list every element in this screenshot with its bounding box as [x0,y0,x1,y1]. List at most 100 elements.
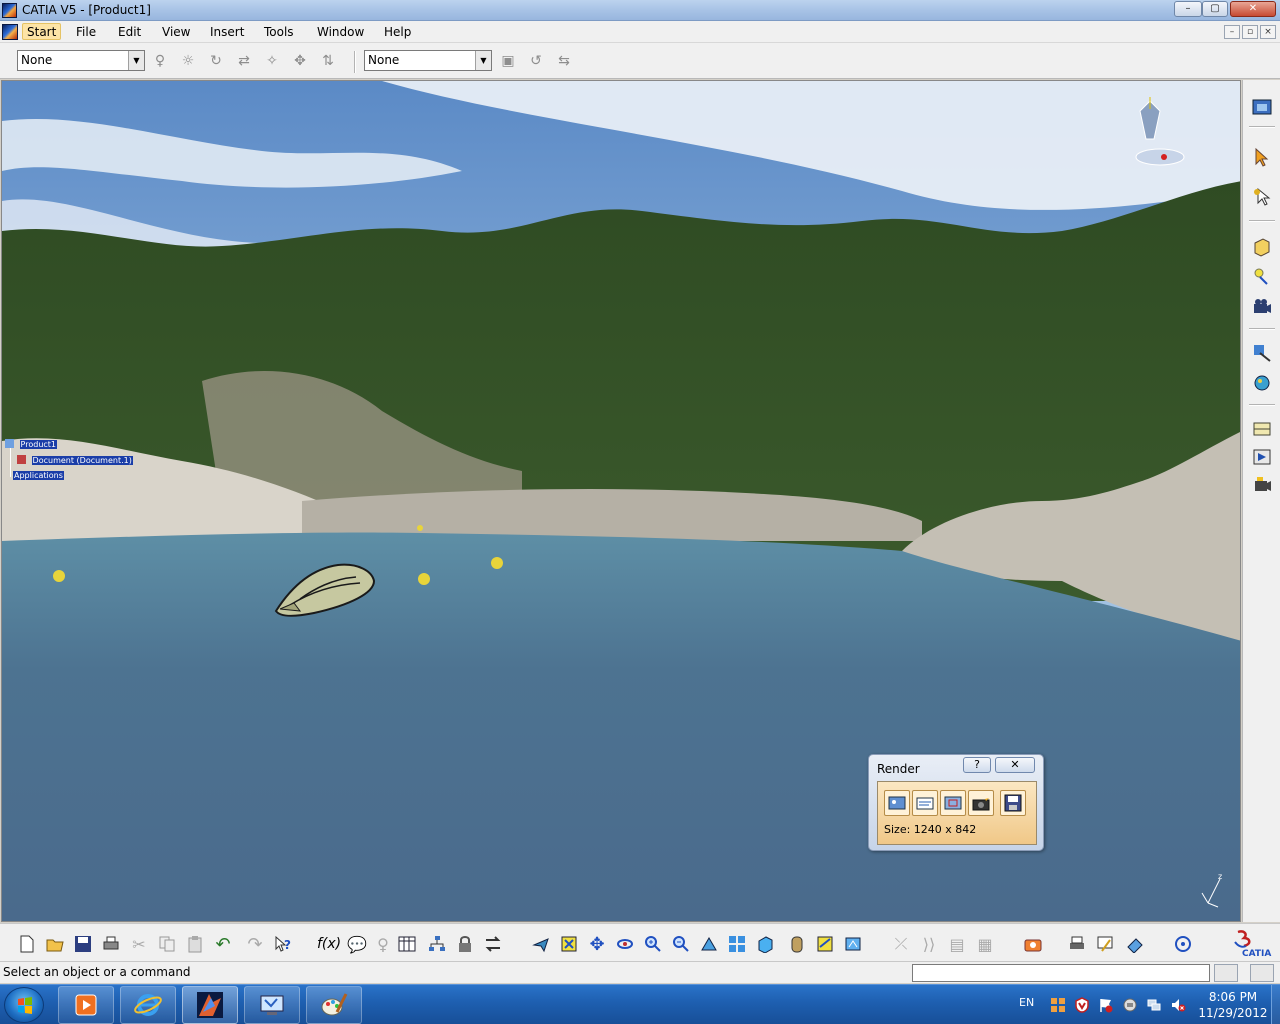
redo-icon[interactable]: ↷ [244,933,266,955]
snap-icon[interactable]: ✧ [262,51,282,71]
select-arrow-icon[interactable] [1251,146,1273,168]
save-icon[interactable] [72,933,94,955]
shooting-icon[interactable]: ☼ [178,51,198,71]
eraser-icon[interactable] [1124,933,1146,955]
document-minimize-button[interactable]: – [1224,25,1240,39]
print-icon[interactable] [100,933,122,955]
taskbar-paint[interactable] [306,986,362,1024]
action-center-flag-icon[interactable] [1098,997,1114,1013]
save-image-icon[interactable] [1000,790,1026,816]
hide-show-icon[interactable] [814,933,836,955]
environment-icon[interactable]: ▣ [498,51,518,71]
close-button[interactable]: ✕ [1230,1,1276,17]
measure-icon[interactable]: ⤫ [890,933,912,955]
manipulate-icon[interactable]: ✥ [290,51,310,71]
command-input[interactable] [912,964,1210,982]
lock-icon[interactable] [454,933,476,955]
pan-icon[interactable]: ✥ [586,933,608,955]
restore-button[interactable]: ▢ [1202,1,1228,17]
clock-date[interactable]: 11/29/2012 [1196,1006,1270,1020]
specification-tree[interactable]: Product1 Document (Document.1) Applicati… [5,439,135,489]
apply-material-icon[interactable] [1251,342,1273,364]
rotate-icon[interactable] [614,933,636,955]
knowledge-advisor-icon[interactable]: 💬 [346,933,368,955]
video-icon[interactable] [1251,474,1273,496]
fit-all-icon[interactable] [558,933,580,955]
walk-icon[interactable]: ⇆ [554,51,574,71]
show-desktop-button[interactable] [1271,985,1280,1024]
catia-app-icon[interactable] [2,3,17,18]
command-history-button[interactable] [1214,964,1238,982]
chevron-down-icon[interactable]: ▼ [128,51,144,70]
taskbar-internet-explorer[interactable] [120,986,176,1024]
select-mode-icon[interactable] [1251,186,1273,208]
view-mode-combo[interactable]: None ▼ [364,50,492,71]
tree-node-root[interactable]: Product1 [5,439,58,450]
rotate-object-icon[interactable]: ↻ [206,51,226,71]
boat-3d-model[interactable] [270,559,380,619]
open-folder-icon[interactable] [44,933,66,955]
help-button[interactable]: ? [963,757,991,773]
shading-icon[interactable] [786,933,808,955]
print-image-icon[interactable] [1066,933,1088,955]
tree-node-document[interactable]: Document (Document.1) [17,455,133,466]
multi-view-icon[interactable] [726,933,748,955]
tree-node-applications[interactable]: Applications [13,471,64,482]
menu-edit[interactable]: Edit [114,24,145,41]
document-restore-button[interactable]: ▫ [1242,25,1258,39]
render-close-button[interactable]: ✕ [995,757,1035,773]
usb-device-icon[interactable] [1122,997,1138,1013]
clock-time[interactable]: 8:06 PM [1196,990,1270,1004]
camera-icon[interactable] [1251,296,1273,318]
document-close-button[interactable]: × [1260,25,1276,39]
cut-icon[interactable]: ✂ [128,933,150,955]
compass-widget[interactable] [1120,89,1190,177]
scene-icon[interactable] [1251,418,1273,440]
translate-icon[interactable]: ⇄ [234,51,254,71]
light-icon[interactable]: ♀ [372,933,394,955]
swap-visible-space-icon[interactable] [842,933,864,955]
light-bulb-icon[interactable]: ♀ [150,51,170,71]
start-button[interactable] [4,987,44,1023]
normal-view-icon[interactable] [698,933,720,955]
render-toolbar-panel[interactable]: Render ? ✕ Size: 1240 x 842 [868,754,1044,851]
swap-icon[interactable] [482,933,504,955]
taskbar-media-player[interactable] [58,986,114,1024]
layer-filter-combo[interactable]: None ▼ [17,50,145,71]
menu-view[interactable]: View [158,24,194,41]
minimize-button[interactable]: – [1174,1,1202,17]
taskbar-remote-desktop[interactable] [244,986,300,1024]
material-library-icon[interactable] [1251,372,1273,394]
animation-icon[interactable] [1251,446,1273,468]
3d-viewport[interactable]: Product1 Document (Document.1) Applicati… [1,80,1241,922]
command-close-button[interactable] [1250,964,1274,982]
menu-file[interactable]: File [72,24,100,41]
whats-this-icon[interactable]: ? [272,933,294,955]
measure-item-icon[interactable]: ⟩⟩ [918,933,940,955]
window-titlebar[interactable]: CATIA V5 - [Product1] – ▢ ✕ [0,0,1280,21]
language-indicator[interactable]: EN [1019,996,1034,1009]
align-icon[interactable]: ⇅ [318,51,338,71]
menu-window[interactable]: Window [313,24,368,41]
capture-camera-icon[interactable] [1022,933,1044,955]
camera-capture-icon[interactable] [968,790,994,816]
zoom-out-icon[interactable] [670,933,692,955]
hierarchy-icon[interactable] [426,933,448,955]
turntable-icon[interactable]: ↺ [526,51,546,71]
formula-icon[interactable]: f(x) [317,933,341,955]
network-grid-icon[interactable] [1050,997,1066,1013]
environment-box-icon[interactable] [1251,236,1273,258]
fly-mode-icon[interactable] [530,933,552,955]
taskbar-catia[interactable] [182,986,238,1024]
chevron-down-icon[interactable]: ▼ [475,51,491,70]
menu-start[interactable]: Start [22,23,62,40]
table-icon[interactable] [396,933,418,955]
layout-icon[interactable]: ▦ [974,933,996,955]
sketch-tracer-icon[interactable] [1094,933,1116,955]
volume-muted-icon[interactable] [1170,997,1186,1013]
render-settings-icon[interactable] [912,790,938,816]
undo-icon[interactable]: ↶ [212,933,234,955]
menu-tools[interactable]: Tools [260,24,298,41]
light-source-icon[interactable] [1251,266,1273,288]
render-region-icon[interactable] [940,790,966,816]
